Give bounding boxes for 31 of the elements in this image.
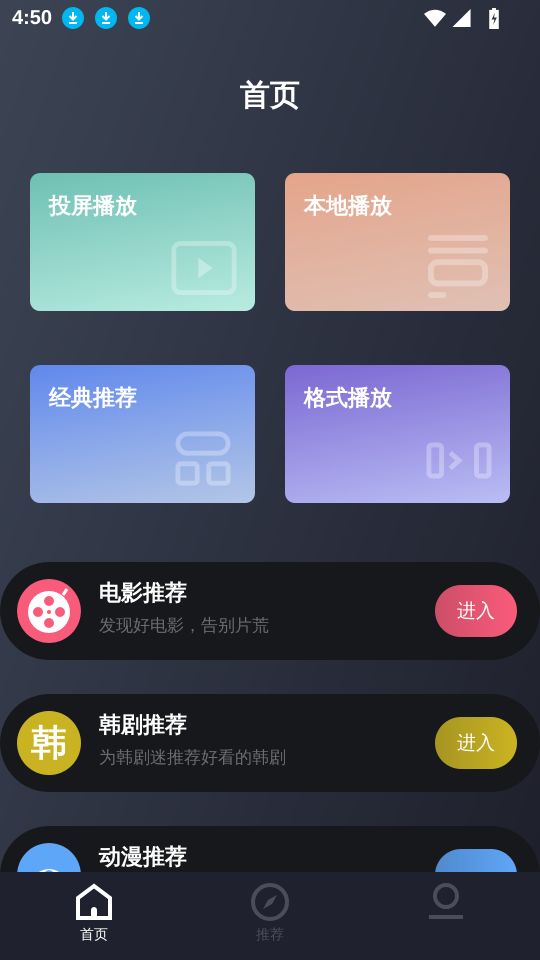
compass-icon <box>250 882 290 922</box>
download-icon <box>62 7 84 29</box>
recommend-card[interactable]: 动漫推荐 <box>0 826 540 872</box>
battery-icon <box>488 8 500 28</box>
recommend-card[interactable]: 韩 韩剧推荐 为韩剧迷推荐好看的韩剧 进入 <box>0 694 540 792</box>
convert-icon <box>426 442 492 479</box>
download-icon <box>95 7 118 29</box>
status-time: 4:50 <box>12 6 52 30</box>
signal-icon <box>451 8 473 28</box>
category-title: 韩剧推荐 <box>99 712 188 740</box>
download-icon <box>128 7 150 29</box>
play-icon <box>171 240 237 296</box>
feature-card[interactable]: 投屏播放 <box>30 173 255 311</box>
list-icon <box>428 235 488 299</box>
page-title: 首页 <box>240 77 300 115</box>
feature-card[interactable]: 格式播放 <box>285 365 510 503</box>
tab-item[interactable]: 首页 <box>39 872 149 960</box>
link-icon <box>175 431 231 487</box>
recommend-card[interactable]: 电影推荐 发现好电影，告别片荒 进入 <box>0 562 540 660</box>
enter-button[interactable]: 进入 <box>435 585 517 637</box>
home-icon <box>74 882 114 922</box>
feature-card[interactable]: 本地播放 <box>285 173 510 311</box>
user-icon <box>426 882 466 922</box>
category-description: 发现好电影，告别片荒 <box>99 615 270 637</box>
category-title: 电影推荐 <box>99 580 188 608</box>
category-icon: 韩 <box>17 711 81 775</box>
category-description: 为韩剧迷推荐好看的韩剧 <box>99 747 287 769</box>
wifi-icon <box>424 8 446 28</box>
enter-button[interactable]: 进入 <box>435 717 517 769</box>
feature-card[interactable]: 经典推荐 <box>30 365 255 503</box>
category-title: 动漫推荐 <box>99 844 188 872</box>
